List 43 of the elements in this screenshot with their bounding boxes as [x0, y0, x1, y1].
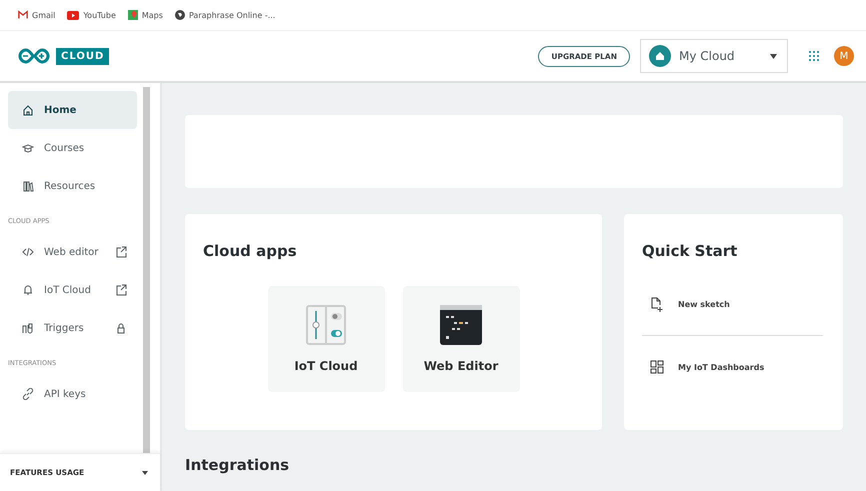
quick-start-link[interactable]: New sketch — [642, 274, 823, 336]
books-icon — [22, 180, 34, 192]
link-icon — [22, 388, 34, 400]
card-title: Quick Start — [642, 242, 738, 260]
sidebar-item[interactable]: IoT Cloud — [8, 271, 137, 309]
switches-icon — [306, 305, 346, 345]
card-title: Cloud apps — [203, 242, 298, 260]
sidebar-item[interactable]: Courses — [8, 129, 137, 167]
caret-icon — [770, 54, 777, 58]
apps-grid-icon[interactable] — [808, 50, 820, 62]
app-tile[interactable]: Web Editor — [402, 286, 520, 392]
sidebar-item[interactable]: Home — [8, 91, 137, 129]
quick-start-link[interactable]: My IoT Dashboards — [642, 336, 823, 398]
bookmark-link[interactable]: Paraphrase Online -... — [174, 10, 276, 20]
space-selector[interactable]: My Cloud — [640, 39, 788, 73]
section-heading: Integrations — [185, 456, 290, 474]
graduation-cap-icon — [22, 142, 34, 154]
app-tile[interactable]: IoT Cloud — [268, 286, 384, 392]
bookmark-link[interactable]: Gmail — [18, 10, 56, 20]
sidebar-item[interactable]: API keys — [8, 375, 137, 413]
infinity-logo-icon — [18, 48, 50, 64]
sidebar-item[interactable]: Web editor — [8, 233, 137, 271]
bookmark-link[interactable]: YouTube — [67, 10, 116, 20]
new-file-icon — [650, 296, 664, 312]
sidebar-item[interactable]: Resources — [8, 167, 137, 205]
terminal-icon — [440, 305, 482, 345]
external-link-icon — [115, 284, 127, 296]
play-icon — [67, 10, 80, 20]
code-icon — [22, 246, 34, 258]
lock-icon — [115, 322, 127, 334]
home-icon — [22, 104, 34, 116]
plug-icon — [22, 322, 34, 334]
map-pin-icon — [128, 10, 138, 20]
caret-icon — [142, 470, 148, 474]
external-link-icon — [115, 246, 127, 258]
cloud-logo: CLOUD — [56, 48, 110, 64]
home-icon — [649, 45, 671, 67]
sidebar-item[interactable]: Triggers — [8, 309, 137, 347]
bookmark-link[interactable]: Maps — [128, 10, 163, 20]
scrollbar[interactable] — [143, 87, 150, 453]
mail-icon — [18, 10, 28, 20]
dashboard-icon — [650, 360, 664, 374]
globe-icon — [174, 10, 185, 20]
